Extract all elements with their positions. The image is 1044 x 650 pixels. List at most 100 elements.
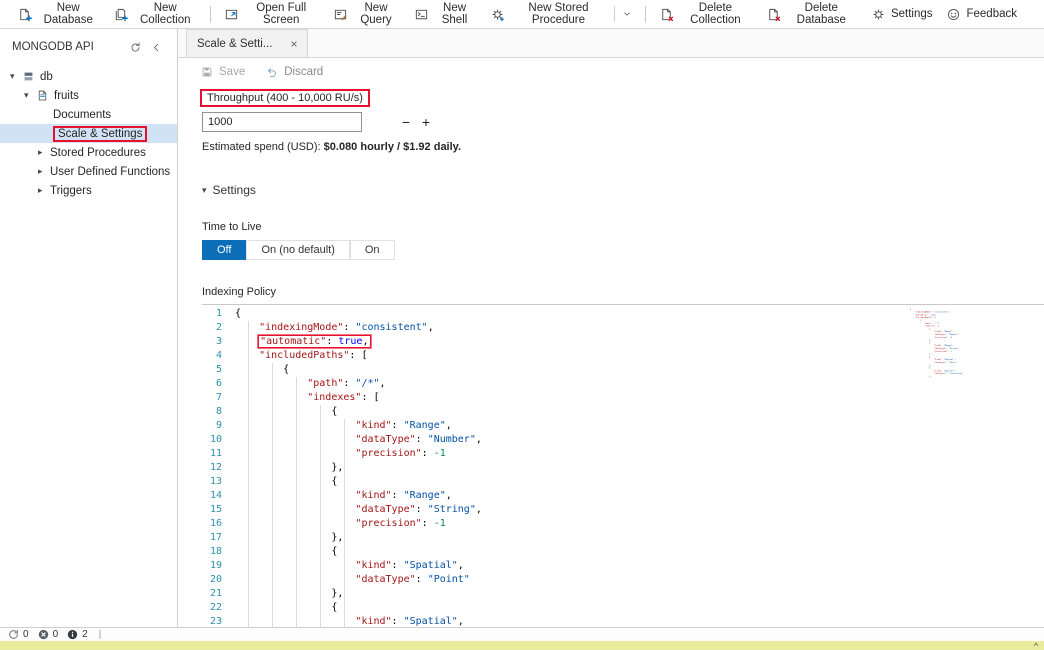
editor-minimap[interactable]: { "indexingMode": "consistent", "automat…	[910, 308, 1030, 650]
throughput-increase-button[interactable]: +	[416, 112, 436, 132]
feedback-button[interactable]: Feedback	[939, 0, 1024, 28]
top-toolbar: New Database New Collection Open Full Scre…	[0, 0, 1044, 29]
line-number: 22	[209, 602, 222, 613]
collapse-panel-button[interactable]	[146, 41, 167, 54]
save-button[interactable]: Save	[190, 59, 255, 85]
toolbar-button-label: New Database	[43, 2, 93, 26]
line-number: 10	[209, 434, 222, 445]
new-stored-procedure-icon	[490, 7, 505, 22]
ttl-option-on-no-default[interactable]: On (no default)	[246, 240, 350, 260]
toolbar-button-new-database[interactable]: New Database	[10, 0, 106, 28]
code-token: -1	[433, 448, 446, 459]
ttl-toggle-group: Off On (no default) On	[202, 240, 1044, 260]
sidebar-item-triggers[interactable]: ▸ Triggers	[0, 181, 177, 200]
time-to-live-label: Time to Live	[202, 221, 262, 233]
command-bar: Save Discard	[178, 58, 1044, 85]
toolbar-button-new-shell[interactable]: New Shell	[407, 0, 483, 28]
indexing-policy-editor[interactable]: 1 {2 "indexingMode": "consistent", 3 "auto…	[202, 304, 1044, 650]
annotation-box: Throughput (400 - 10,000 RU/s)	[200, 89, 370, 107]
code-token: ,	[958, 333, 960, 336]
code-token: ,	[938, 322, 941, 325]
expand-arrow-icon[interactable]: ▸	[38, 166, 50, 177]
discard-button[interactable]: Discard	[255, 59, 333, 85]
collapse-arrow-icon[interactable]: ▾	[24, 90, 36, 101]
code-token: :	[415, 504, 428, 515]
code-text: "indexingMode": "consistent",	[235, 321, 434, 335]
code-token: :	[421, 518, 434, 529]
new-collection-icon	[113, 7, 129, 22]
console-error-indicator[interactable]: 0	[38, 629, 58, 640]
settings-section-header[interactable]: ▾ Settings	[202, 183, 1044, 197]
toolbar-button-new-stored-procedure-dropdown[interactable]	[614, 6, 639, 22]
expand-arrow-icon[interactable]: ▸	[38, 147, 50, 158]
console-expand-chevron[interactable]: ^	[1034, 641, 1038, 650]
toolbar-button-new-stored-procedure[interactable]: New Stored Procedure	[483, 0, 615, 28]
line-number: 14	[209, 490, 222, 501]
toolbar-button-new-query[interactable]: New Query	[326, 0, 407, 28]
toolbar-button-label: Open Full Screen	[256, 2, 307, 26]
settings-icon	[871, 7, 886, 22]
line-number: 9	[215, 420, 222, 431]
toolbar-button-open-full-screen[interactable]: Open Full Screen	[217, 0, 326, 28]
code-token: "precision"	[934, 350, 948, 353]
toolbar-button-settings[interactable]: Settings	[864, 0, 940, 28]
expand-arrow-icon[interactable]: ▸	[38, 185, 50, 196]
chevron-down-icon	[621, 8, 633, 20]
sidebar-item-label: User Defined Functions	[50, 165, 171, 178]
toolbar-button-delete-collection[interactable]: Delete Collection	[652, 0, 758, 28]
code-token: "precision"	[355, 518, 422, 529]
code-token: "precision"	[934, 336, 948, 339]
toolbar-button-delete-database[interactable]: Delete Database	[759, 0, 864, 28]
ttl-option-on[interactable]: On	[349, 240, 395, 260]
refresh-tree-button[interactable]	[125, 41, 146, 54]
console-info-indicator[interactable]: 2	[67, 629, 88, 640]
code-token: },	[929, 375, 932, 378]
toolbar-separator	[645, 5, 647, 23]
resource-tree: ▾ db ▾ fruits Documents Scale & Settings ▸ Stor…	[0, 67, 177, 200]
throughput-decrease-button[interactable]: −	[396, 112, 416, 132]
tab-close-icon[interactable]: ×	[290, 37, 297, 51]
estimated-spend-label: Estimated spend (USD):	[202, 141, 324, 153]
discard-icon-slot	[265, 65, 279, 79]
collapse-caret-icon: ▾	[202, 184, 207, 195]
sidebar-item-stored-procedures[interactable]: ▸ Stored Procedures	[0, 143, 177, 162]
toolbar-button-new-collection[interactable]: New Collection	[106, 0, 204, 28]
code-token: true	[338, 336, 363, 347]
line-number: 18	[209, 546, 222, 557]
collapse-arrow-icon[interactable]: ▾	[10, 71, 22, 82]
throughput-input[interactable]	[202, 112, 362, 132]
code-text: },	[910, 375, 932, 378]
code-token: :	[391, 490, 404, 501]
code-token: "kind"	[355, 616, 392, 627]
line-number: 13	[209, 476, 222, 487]
throughput-row: − +	[202, 112, 1044, 132]
toolbar-button-label: Settings	[890, 8, 933, 20]
line-number: 8	[215, 406, 222, 417]
code-token: "LineString"	[948, 372, 963, 375]
sidebar-item-user-defined-functions[interactable]: ▸ User Defined Functions	[0, 162, 177, 181]
ttl-option-off[interactable]: Off	[202, 240, 247, 260]
code-token: {	[283, 364, 290, 375]
sidebar-item-fruits[interactable]: ▾ fruits	[0, 86, 177, 105]
code-token: "dataType"	[934, 361, 947, 364]
line-number: 2	[215, 322, 222, 333]
code-token: "includedPaths"	[259, 350, 350, 361]
code-token: {	[331, 476, 338, 487]
main-panel: Scale & Setti... × Save Discard Throughp…	[178, 29, 1044, 650]
line-number: 6	[215, 378, 222, 389]
console-loader-indicator[interactable]: 0	[8, 629, 29, 640]
throughput-label: Throughput (400 - 10,000 RU/s)	[207, 92, 363, 104]
indexing-policy-label: Indexing Policy	[202, 286, 276, 298]
code-token: "Point"	[948, 361, 957, 364]
line-number: 4	[215, 350, 222, 361]
tab-scale-and-settings[interactable]: Scale & Setti... ×	[186, 29, 309, 57]
sidebar-item-documents[interactable]: Documents	[0, 105, 177, 124]
code-token: "kind"	[355, 560, 392, 571]
sidebar-item-db[interactable]: ▾ db	[0, 67, 177, 86]
code-token: :	[343, 322, 356, 333]
code-token: :	[343, 378, 356, 389]
code-token: "kind"	[355, 420, 392, 431]
code-text: },	[235, 587, 343, 601]
code-token: :	[326, 336, 339, 347]
sidebar-item-scale-settings[interactable]: Scale & Settings	[0, 124, 177, 143]
